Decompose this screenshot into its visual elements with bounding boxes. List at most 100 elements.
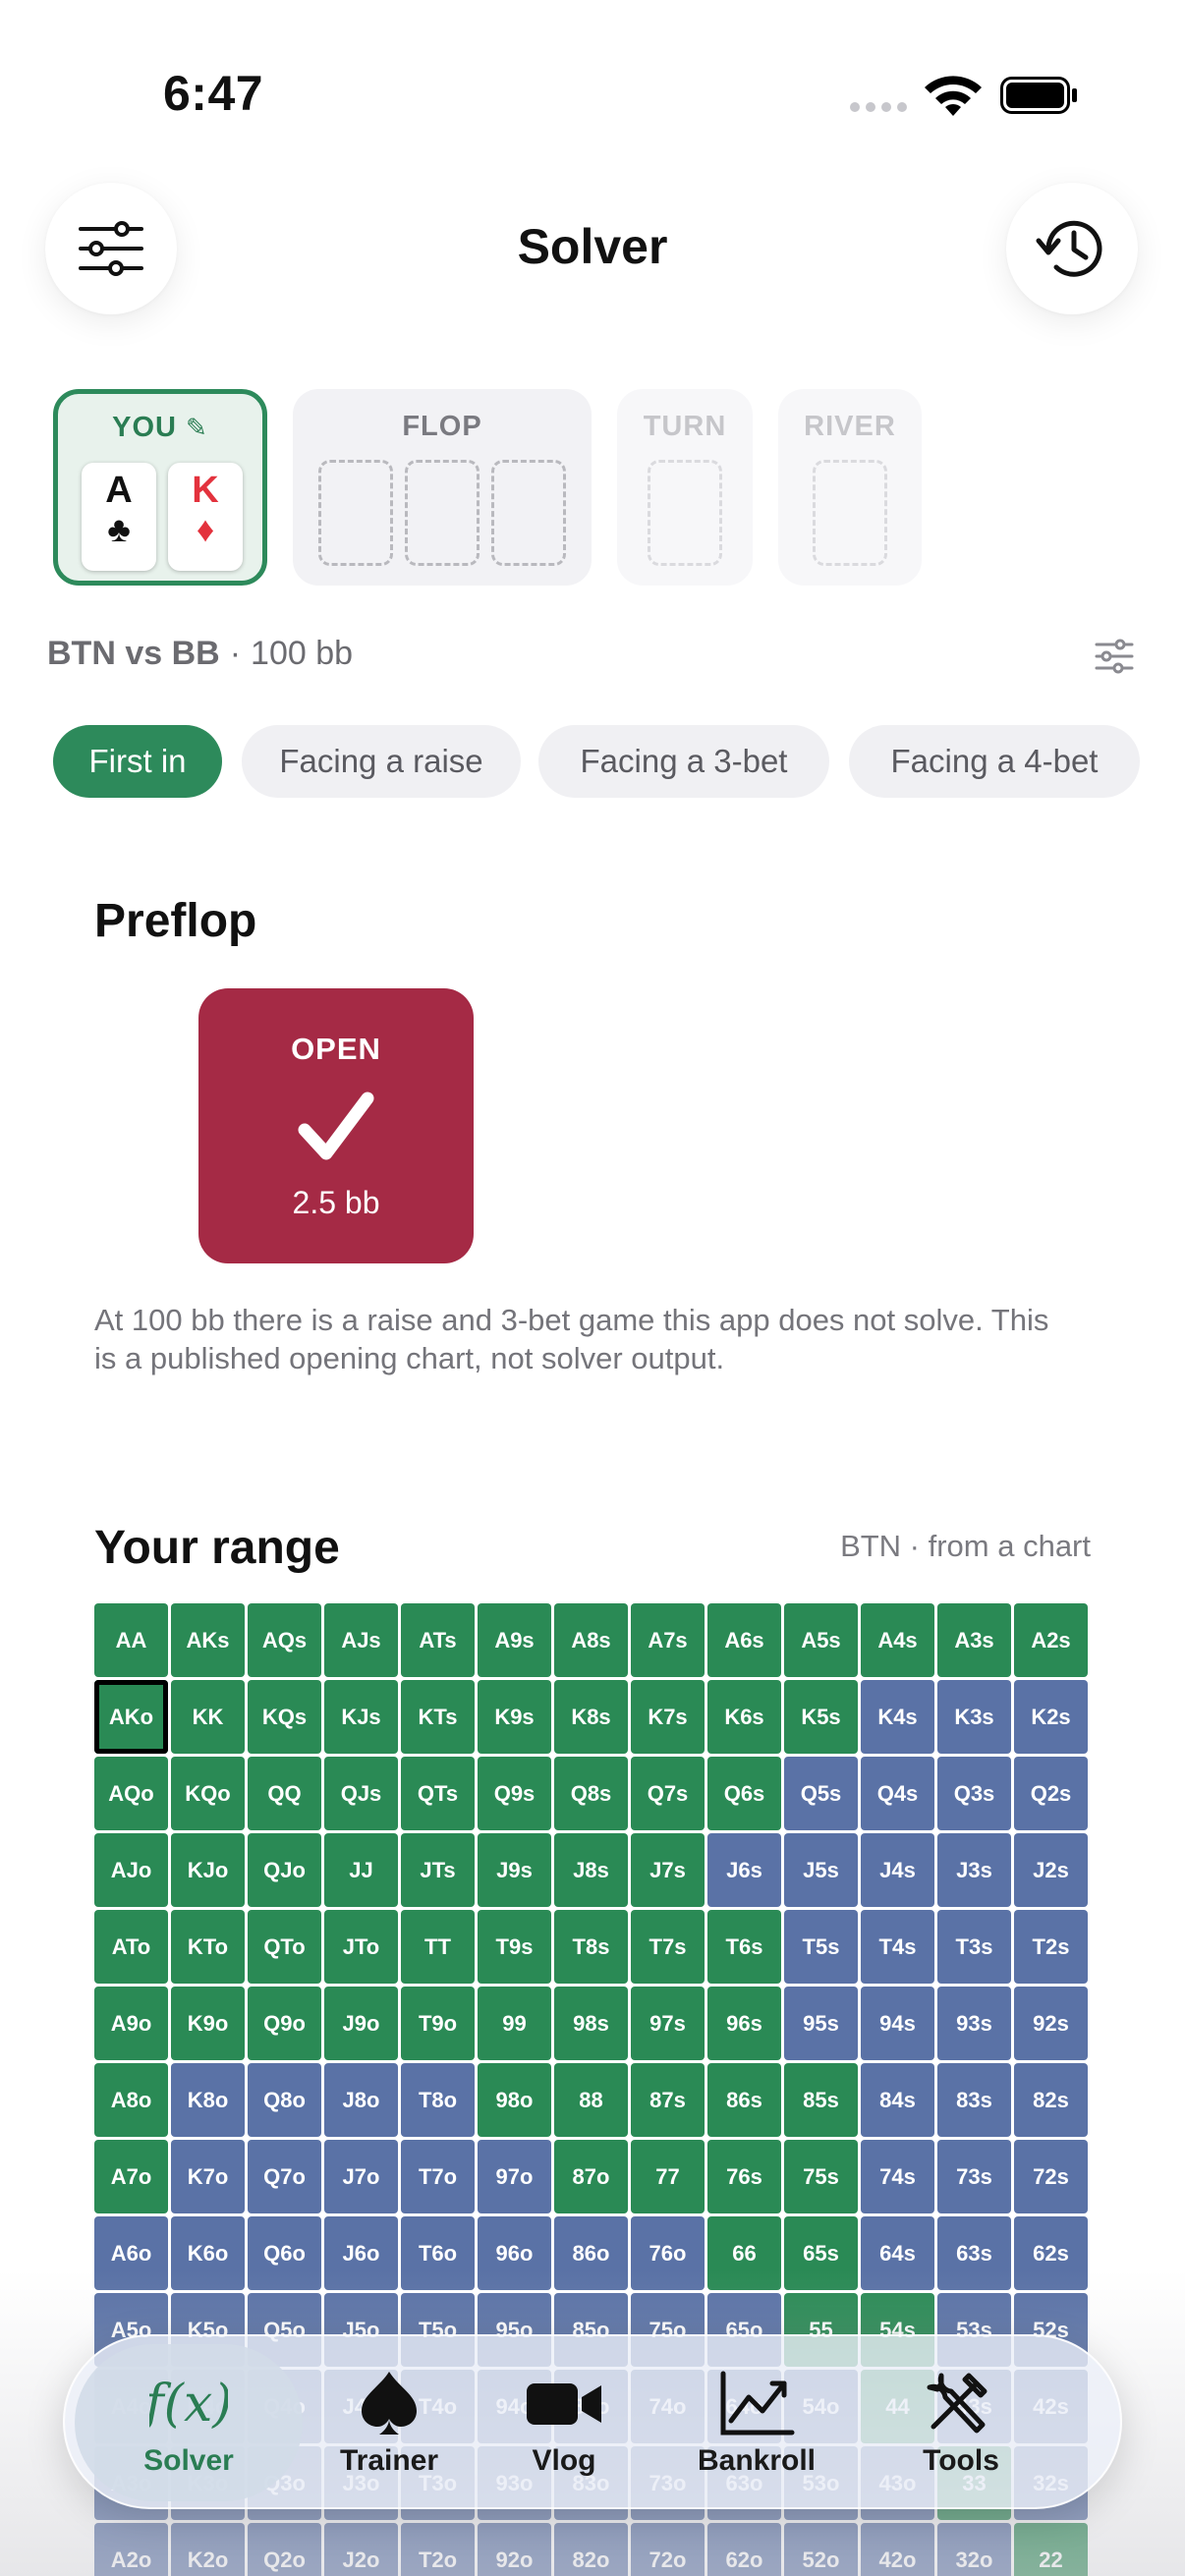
range-cell-k2s[interactable]: K2s bbox=[1014, 1680, 1088, 1754]
range-cell-j4s[interactable]: J4s bbox=[861, 1833, 934, 1907]
tab-solver[interactable]: ƒ(x) Solver bbox=[75, 2344, 303, 2501]
range-cell-a2s[interactable]: A2s bbox=[1014, 1603, 1088, 1677]
range-cell-j7s[interactable]: J7s bbox=[631, 1833, 705, 1907]
range-cell-k7s[interactable]: K7s bbox=[631, 1680, 705, 1754]
range-cell-t6s[interactable]: T6s bbox=[707, 1910, 781, 1984]
range-cell-a8s[interactable]: A8s bbox=[554, 1603, 628, 1677]
pill-first-in[interactable]: First in bbox=[53, 725, 222, 798]
range-cell-qjo[interactable]: QJo bbox=[248, 1833, 321, 1907]
range-cell-82o[interactable]: 82o bbox=[554, 2523, 628, 2576]
range-cell-ats[interactable]: ATs bbox=[401, 1603, 475, 1677]
flop-card-3-placeholder[interactable] bbox=[491, 460, 566, 566]
range-cell-q6s[interactable]: Q6s bbox=[707, 1757, 781, 1830]
range-cell-kjo[interactable]: KJo bbox=[171, 1833, 245, 1907]
range-cell-96o[interactable]: 96o bbox=[478, 2216, 551, 2290]
range-cell-85s[interactable]: 85s bbox=[784, 2063, 858, 2137]
range-cell-a7o[interactable]: A7o bbox=[94, 2140, 168, 2213]
range-cell-a6s[interactable]: A6s bbox=[707, 1603, 781, 1677]
range-cell-q9o[interactable]: Q9o bbox=[248, 1987, 321, 2060]
range-cell-q9s[interactable]: Q9s bbox=[478, 1757, 551, 1830]
range-cell-92o[interactable]: 92o bbox=[478, 2523, 551, 2576]
pill-facing-3bet[interactable]: Facing a 3-bet bbox=[538, 725, 829, 798]
range-cell-kqo[interactable]: KQo bbox=[171, 1757, 245, 1830]
hole-card-2[interactable]: K ♦ bbox=[168, 463, 243, 571]
range-cell-q8o[interactable]: Q8o bbox=[248, 2063, 321, 2137]
range-cell-77[interactable]: 77 bbox=[631, 2140, 705, 2213]
range-cell-72o[interactable]: 72o bbox=[631, 2523, 705, 2576]
range-cell-k9s[interactable]: K9s bbox=[478, 1680, 551, 1754]
range-cell-82s[interactable]: 82s bbox=[1014, 2063, 1088, 2137]
range-cell-99[interactable]: 99 bbox=[478, 1987, 551, 2060]
range-cell-95s[interactable]: 95s bbox=[784, 1987, 858, 2060]
range-cell-62o[interactable]: 62o bbox=[707, 2523, 781, 2576]
range-cell-97o[interactable]: 97o bbox=[478, 2140, 551, 2213]
pill-facing-4bet[interactable]: Facing a 4-bet bbox=[849, 725, 1140, 798]
range-cell-83s[interactable]: 83s bbox=[937, 2063, 1011, 2137]
range-cell-t5s[interactable]: T5s bbox=[784, 1910, 858, 1984]
range-cell-97s[interactable]: 97s bbox=[631, 1987, 705, 2060]
range-cell-t6o[interactable]: T6o bbox=[401, 2216, 475, 2290]
range-cell-32o[interactable]: 32o bbox=[937, 2523, 1011, 2576]
range-cell-aqs[interactable]: AQs bbox=[248, 1603, 321, 1677]
range-cell-t4s[interactable]: T4s bbox=[861, 1910, 934, 1984]
range-cell-ato[interactable]: ATo bbox=[94, 1910, 168, 1984]
range-cell-22[interactable]: 22 bbox=[1014, 2523, 1088, 2576]
range-cell-a9s[interactable]: A9s bbox=[478, 1603, 551, 1677]
range-cell-tt[interactable]: TT bbox=[401, 1910, 475, 1984]
range-cell-j8s[interactable]: J8s bbox=[554, 1833, 628, 1907]
range-cell-j3s[interactable]: J3s bbox=[937, 1833, 1011, 1907]
range-cell-j9s[interactable]: J9s bbox=[478, 1833, 551, 1907]
range-cell-q7s[interactable]: Q7s bbox=[631, 1757, 705, 1830]
range-cell-j6s[interactable]: J6s bbox=[707, 1833, 781, 1907]
range-cell-a8o[interactable]: A8o bbox=[94, 2063, 168, 2137]
range-cell-t8o[interactable]: T8o bbox=[401, 2063, 475, 2137]
range-cell-j2s[interactable]: J2s bbox=[1014, 1833, 1088, 1907]
flop-card-1-placeholder[interactable] bbox=[318, 460, 393, 566]
turn-card-placeholder[interactable] bbox=[648, 460, 722, 566]
range-cell-86s[interactable]: 86s bbox=[707, 2063, 781, 2137]
range-cell-42o[interactable]: 42o bbox=[861, 2523, 934, 2576]
range-cell-q2s[interactable]: Q2s bbox=[1014, 1757, 1088, 1830]
range-cell-93s[interactable]: 93s bbox=[937, 1987, 1011, 2060]
range-cell-j7o[interactable]: J7o bbox=[324, 2140, 398, 2213]
flop-slot[interactable]: FLOP bbox=[293, 389, 592, 586]
range-cell-q8s[interactable]: Q8s bbox=[554, 1757, 628, 1830]
range-cell-kqs[interactable]: KQs bbox=[248, 1680, 321, 1754]
range-cell-k6s[interactable]: K6s bbox=[707, 1680, 781, 1754]
range-cell-aqo[interactable]: AQo bbox=[94, 1757, 168, 1830]
flop-card-2-placeholder[interactable] bbox=[405, 460, 480, 566]
range-cell-j6o[interactable]: J6o bbox=[324, 2216, 398, 2290]
range-cell-q5s[interactable]: Q5s bbox=[784, 1757, 858, 1830]
range-cell-j5s[interactable]: J5s bbox=[784, 1833, 858, 1907]
range-cell-k8s[interactable]: K8s bbox=[554, 1680, 628, 1754]
range-cell-kts[interactable]: KTs bbox=[401, 1680, 475, 1754]
river-slot[interactable]: RIVER bbox=[778, 389, 922, 586]
range-cell-kjs[interactable]: KJs bbox=[324, 1680, 398, 1754]
range-cell-jj[interactable]: JJ bbox=[324, 1833, 398, 1907]
range-cell-k2o[interactable]: K2o bbox=[171, 2523, 245, 2576]
range-cell-t2s[interactable]: T2s bbox=[1014, 1910, 1088, 1984]
range-cell-76o[interactable]: 76o bbox=[631, 2216, 705, 2290]
range-cell-k5s[interactable]: K5s bbox=[784, 1680, 858, 1754]
range-cell-t7o[interactable]: T7o bbox=[401, 2140, 475, 2213]
range-cell-74s[interactable]: 74s bbox=[861, 2140, 934, 2213]
range-cell-75s[interactable]: 75s bbox=[784, 2140, 858, 2213]
range-cell-64s[interactable]: 64s bbox=[861, 2216, 934, 2290]
range-cell-j8o[interactable]: J8o bbox=[324, 2063, 398, 2137]
range-cell-t9s[interactable]: T9s bbox=[478, 1910, 551, 1984]
range-cell-k4s[interactable]: K4s bbox=[861, 1680, 934, 1754]
range-cell-q4s[interactable]: Q4s bbox=[861, 1757, 934, 1830]
range-cell-62s[interactable]: 62s bbox=[1014, 2216, 1088, 2290]
range-cell-88[interactable]: 88 bbox=[554, 2063, 628, 2137]
range-cell-92s[interactable]: 92s bbox=[1014, 1987, 1088, 2060]
range-cell-q7o[interactable]: Q7o bbox=[248, 2140, 321, 2213]
pill-facing-raise[interactable]: Facing a raise bbox=[242, 725, 521, 798]
range-cell-k8o[interactable]: K8o bbox=[171, 2063, 245, 2137]
range-cell-qjs[interactable]: QJs bbox=[324, 1757, 398, 1830]
range-cell-a9o[interactable]: A9o bbox=[94, 1987, 168, 2060]
your-hand-slot[interactable]: YOU ✎ A ♣ K ♦ bbox=[53, 389, 267, 586]
range-cell-76s[interactable]: 76s bbox=[707, 2140, 781, 2213]
tab-tools[interactable]: Tools bbox=[863, 2344, 1059, 2501]
range-cell-aa[interactable]: AA bbox=[94, 1603, 168, 1677]
river-card-placeholder[interactable] bbox=[813, 460, 887, 566]
